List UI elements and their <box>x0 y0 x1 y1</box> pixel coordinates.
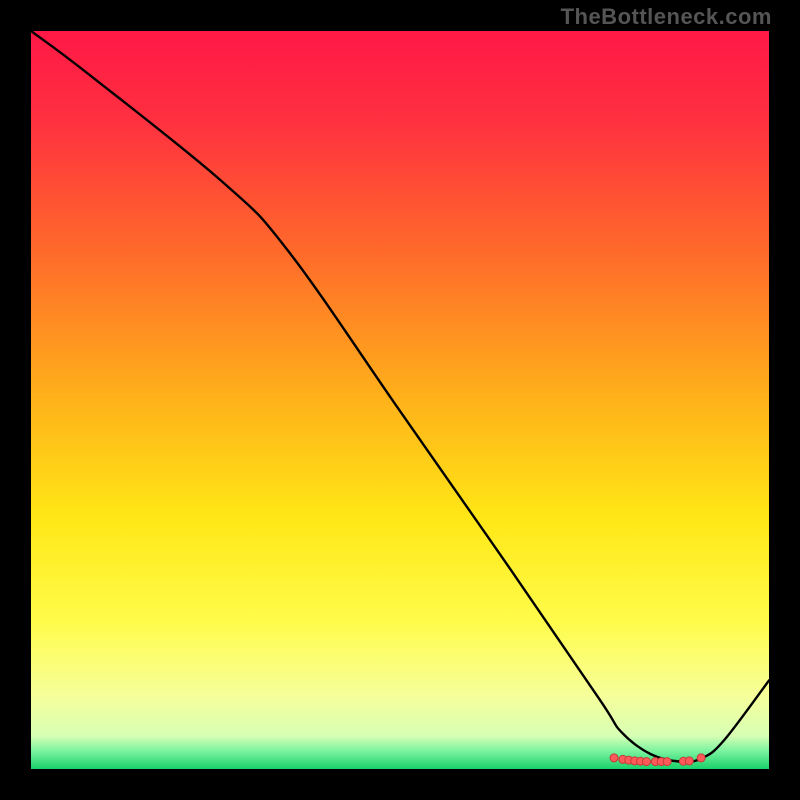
optimal-marker <box>697 754 705 762</box>
watermark-text: TheBottleneck.com <box>561 4 772 30</box>
optimal-marker <box>610 754 618 762</box>
optimal-marker <box>685 757 693 765</box>
plot-svg <box>31 31 769 769</box>
optimal-marker <box>642 758 650 766</box>
optimal-marker <box>663 758 671 766</box>
chart-container: TheBottleneck.com <box>0 0 800 800</box>
plot-area <box>31 31 769 769</box>
gradient-background <box>31 31 769 769</box>
